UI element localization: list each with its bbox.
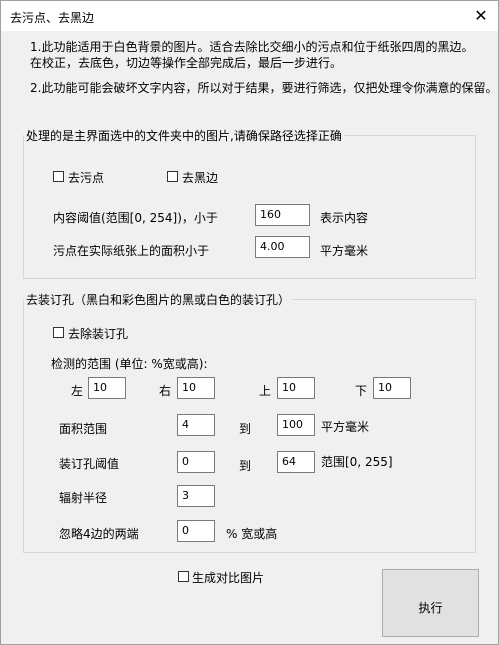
note-line-2: 在校正，去底色，切边等操作全部完成后，最后一步进行。	[30, 56, 343, 70]
area-min-input[interactable]: 4	[177, 414, 215, 436]
top-label: 上	[259, 384, 272, 398]
spot-area-suffix: 平方毫米	[320, 244, 369, 258]
content-threshold-input[interactable]: 160	[255, 204, 310, 226]
radiation-radius-input[interactable]: 3	[177, 485, 215, 507]
title-bar: 去污点、去黑边 ✕	[1, 1, 498, 31]
remove-spots-label: 去污点	[68, 171, 105, 185]
area-range-label: 面积范围	[59, 422, 108, 436]
remove-holes-label: 去除装订孔	[68, 327, 129, 341]
remove-black-edges-label: 去黑边	[182, 171, 219, 185]
window-title: 去污点、去黑边	[10, 11, 95, 25]
ignore-ends-unit: % 宽或高	[226, 527, 278, 541]
right-label: 右	[159, 384, 172, 398]
ignore-ends-input[interactable]: 0	[177, 520, 215, 542]
spot-edge-group-legend: 处理的是主界面选中的文件夹中的图片,请确保路径选择正确	[26, 129, 342, 143]
bottom-label: 下	[355, 384, 368, 398]
left-range-input[interactable]: 10	[88, 377, 126, 399]
spot-area-label: 污点在实际纸张上的面积小于	[53, 244, 210, 258]
remove-spots-checkbox[interactable]	[53, 171, 64, 182]
generate-compare-checkbox[interactable]	[178, 571, 189, 582]
remove-holes-checkbox[interactable]	[53, 327, 64, 338]
top-range-input[interactable]: 10	[277, 377, 315, 399]
area-to-label: 到	[239, 422, 252, 436]
note-line-1: 1.此功能适用于白色背景的图片。适合去除比交细小的污点和位于纸张四周的黑边。	[30, 40, 474, 54]
execute-button[interactable]: 执行	[382, 569, 479, 637]
spot-area-input[interactable]: 4.00	[255, 236, 310, 258]
hole-threshold-range-label: 范围[0, 255]	[321, 455, 393, 469]
content-threshold-label: 内容阈值(范围[0, 254])，小于	[53, 211, 218, 225]
hole-threshold-max-input[interactable]: 64	[277, 451, 315, 473]
generate-compare-label: 生成对比图片	[192, 571, 265, 585]
note-line-3: 2.此功能可能会破坏文字内容，所以对于结果，要进行筛选，仅把处理令你满意的保留。	[30, 81, 498, 95]
area-unit-label: 平方毫米	[321, 420, 370, 434]
hole-threshold-to-label: 到	[239, 459, 252, 473]
hole-threshold-label: 装订孔阈值	[59, 457, 120, 471]
close-icon[interactable]: ✕	[470, 5, 492, 27]
content-threshold-suffix: 表示内容	[320, 211, 369, 225]
ignore-ends-label: 忽略4边的两端	[59, 527, 139, 541]
remove-black-edges-checkbox[interactable]	[167, 171, 178, 182]
radiation-radius-label: 辐射半径	[59, 491, 108, 505]
detect-range-label: 检测的范围 (单位: %宽或高):	[51, 357, 208, 371]
hole-threshold-min-input[interactable]: 0	[177, 451, 215, 473]
right-range-input[interactable]: 10	[177, 377, 215, 399]
area-max-input[interactable]: 100	[277, 414, 315, 436]
bottom-range-input[interactable]: 10	[373, 377, 411, 399]
dialog-window: 去污点、去黑边 ✕ 1.此功能适用于白色背景的图片。适合去除比交细小的污点和位于…	[0, 0, 499, 645]
binding-hole-group-legend: 去装订孔（黑白和彩色图片的黑或白色的装订孔）	[26, 293, 291, 307]
left-label: 左	[71, 384, 84, 398]
